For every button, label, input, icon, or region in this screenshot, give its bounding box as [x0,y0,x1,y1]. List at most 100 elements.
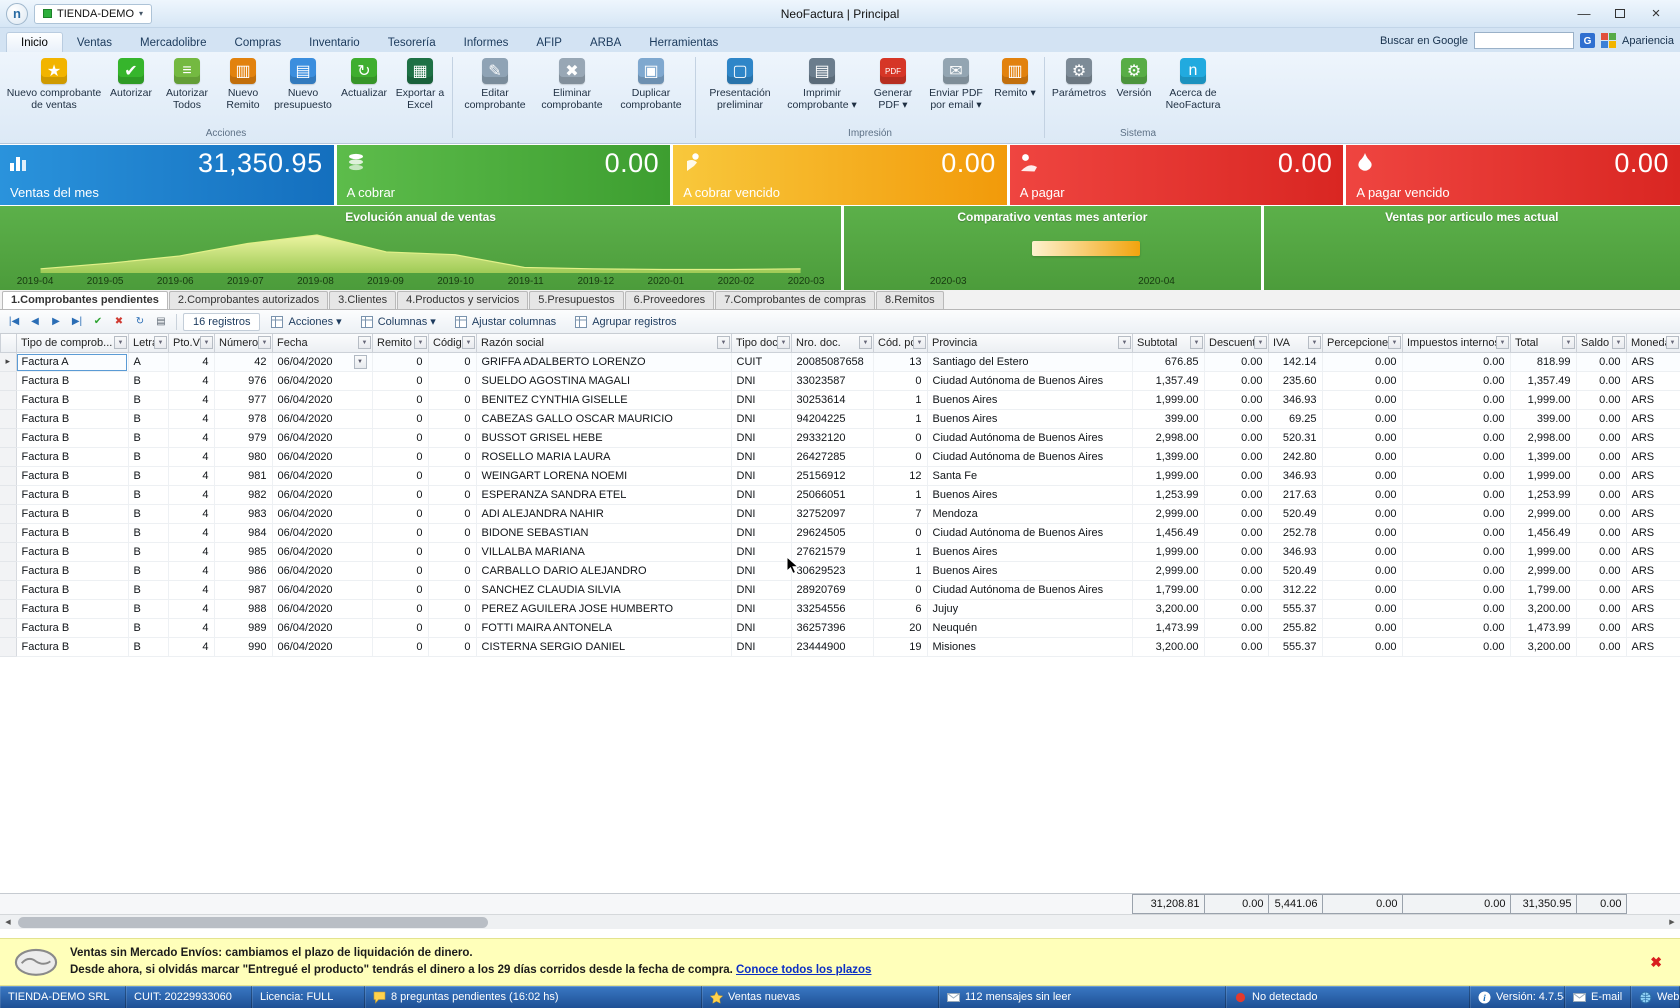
column-header-c-d-pcia[interactable]: Cód. pcia▼ [874,334,928,352]
table-row[interactable]: Factura BB498906/04/202000FOTTI MAIRA AN… [0,619,1680,638]
print-icon[interactable]: ▤ [152,316,170,327]
ribbon-button-duplicar-comprobante[interactable]: ▣Duplicar comprobante [611,54,691,113]
status-8-preguntas-pendientes-16-02-hs[interactable]: 8 preguntas pendientes (16:02 hs) [365,986,702,1008]
table-row[interactable]: Factura BB498006/04/202000ROSELLO MARIA … [0,448,1680,467]
column-header-percepciones[interactable]: Percepciones▼ [1323,334,1403,352]
banner-link[interactable]: Conoce todos los plazos [736,964,871,976]
filter-dropdown-icon[interactable]: ▼ [258,336,271,349]
column-header-provincia[interactable]: Provincia▼ [928,334,1133,352]
ribbon-button-nuevo-remito[interactable]: ▥Nuevo Remito [216,54,270,113]
scroll-left-icon[interactable]: ◀ [0,915,16,929]
refresh-icon[interactable]: ↻ [131,316,149,327]
filter-dropdown-icon[interactable]: ▼ [1666,336,1679,349]
view-tab-4-productos-y-servicios[interactable]: 4.Productos y servicios [397,291,528,309]
tab-compras[interactable]: Compras [221,33,296,52]
column-header-total[interactable]: Total▼ [1511,334,1577,352]
filter-dropdown-icon[interactable]: ▼ [1118,336,1131,349]
status-versi-n-4-7-54[interactable]: iVersión: 4.7.54 [1470,986,1565,1008]
view-tab-7-comprobantes-de-compras[interactable]: 7.Comprobantes de compras [715,291,875,309]
ribbon-button-exportar-a-excel[interactable]: ▦Exportar a Excel [392,54,448,113]
toolbar-button-acciones[interactable]: Acciones ▾ [263,313,349,330]
table-row[interactable]: Factura BB497606/04/202000SUELDO AGOSTIN… [0,372,1680,391]
filter-dropdown-icon[interactable]: ▼ [114,336,127,349]
status-tienda-demo-srl[interactable]: TIENDA-DEMO SRL [0,986,126,1008]
accept-icon[interactable]: ✔ [89,316,107,327]
tab-inicio[interactable]: Inicio [6,32,63,52]
filter-dropdown-icon[interactable]: ▼ [200,336,213,349]
filter-dropdown-icon[interactable]: ▼ [462,336,475,349]
table-row[interactable]: Factura BB498506/04/202000VILLALBA MARIA… [0,543,1680,562]
cancel-icon[interactable]: ✖ [110,316,128,327]
tab-mercadolibre[interactable]: Mercadolibre [126,33,220,52]
column-header-descuento[interactable]: Descuento▼ [1205,334,1269,352]
toolbar-button-agrupar-registros[interactable]: Agrupar registros [567,314,684,330]
table-row[interactable]: Factura BB498206/04/202000ESPERANZA SAND… [0,486,1680,505]
maximize-button[interactable] [1602,2,1638,26]
appearance-label[interactable]: Apariencia [1622,35,1674,47]
filter-dropdown-icon[interactable]: ▼ [777,336,790,349]
tab-ventas[interactable]: Ventas [63,33,126,52]
tab-afip[interactable]: AFIP [522,33,576,52]
status-e-mail[interactable]: E-mail [1565,986,1631,1008]
filter-dropdown-icon[interactable]: ▼ [717,336,730,349]
ribbon-button-editar-comprobante[interactable]: ✎Editar comprobante [457,54,533,113]
column-header-impuestos-internos[interactable]: Impuestos internos▼ [1403,334,1511,352]
column-header-tipo-de-comprob[interactable]: Tipo de comprob...▼ [17,334,129,352]
ribbon-button-remito[interactable]: ▥Remito ▾ [990,54,1040,113]
status-ventas-nuevas[interactable]: Ventas nuevas [702,986,939,1008]
column-header-subtotal[interactable]: Subtotal▼ [1133,334,1205,352]
table-row[interactable]: Factura BB498806/04/202000PEREZ AGUILERA… [0,600,1680,619]
view-tab-2-comprobantes-autorizados[interactable]: 2.Comprobantes autorizados [169,291,328,309]
table-row[interactable]: Factura BB498706/04/202000SANCHEZ CLAUDI… [0,581,1680,600]
tab-informes[interactable]: Informes [450,33,523,52]
view-tab-6-proveedores[interactable]: 6.Proveedores [625,291,715,309]
table-row[interactable]: Factura BB499006/04/202000CISTERNA SERGI… [0,638,1680,657]
ribbon-button-autorizar-todos[interactable]: ≡Autorizar Todos [158,54,216,113]
google-search-icon[interactable]: G [1580,33,1595,48]
status-no-detectado[interactable]: No detectado [1226,986,1470,1008]
column-header-saldo[interactable]: Saldo▼ [1577,334,1627,352]
ribbon-button-autorizar[interactable]: ✔Autorizar [104,54,158,113]
table-row[interactable]: Factura BB497906/04/202000BUSSOT GRISEL … [0,429,1680,448]
ribbon-button-nuevo-presupuesto[interactable]: ▤Nuevo presupuesto [270,54,336,113]
filter-dropdown-icon[interactable]: ▼ [1254,336,1267,349]
scrollbar-thumb[interactable] [18,917,488,928]
status-licencia-full[interactable]: Licencia: FULL [252,986,365,1008]
banner-close-icon[interactable]: ✖ [1646,954,1666,971]
google-search-input[interactable] [1474,32,1574,49]
ribbon-button-presentaci-n-preliminar[interactable]: ▢Presentación preliminar [700,54,780,113]
filter-dropdown-icon[interactable]: ▼ [1496,336,1509,349]
table-row[interactable]: Factura BB498606/04/202000CARBALLO DARIO… [0,562,1680,581]
column-header-tipo-doc[interactable]: Tipo doc.▼ [732,334,792,352]
status-cuit-20229933060[interactable]: CUIT: 20229933060 [126,986,252,1008]
filter-dropdown-icon[interactable]: ▼ [1388,336,1401,349]
scrollbar-track[interactable] [16,915,1664,930]
ribbon-button-acerca-de-neofactura[interactable]: nAcerca de NeoFactura [1159,54,1227,113]
tab-inventario[interactable]: Inventario [295,33,374,52]
status-web[interactable]: Web [1631,986,1680,1008]
company-selector[interactable]: TIENDA-DEMO ▾ [34,4,152,24]
filter-dropdown-icon[interactable]: ▼ [358,336,371,349]
column-header-fecha[interactable]: Fecha▼ [273,334,373,352]
table-row[interactable]: Factura BB498406/04/202000BIDONE SEBASTI… [0,524,1680,543]
tab-tesorer-a[interactable]: Tesorería [374,33,450,52]
ribbon-button-versi-n[interactable]: ⚙Versión [1109,54,1159,113]
filter-dropdown-icon[interactable]: ▼ [1190,336,1203,349]
status-112-mensajes-sin-leer[interactable]: 112 mensajes sin leer [939,986,1226,1008]
filter-dropdown-icon[interactable]: ▼ [414,336,427,349]
table-row[interactable]: Factura BB498306/04/202000ADI ALEJANDRA … [0,505,1680,524]
view-tab-3-clientes[interactable]: 3.Clientes [329,291,396,309]
table-row[interactable]: ▸Factura AA44206/04/2020▼00GRIFFA ADALBE… [0,353,1680,372]
table-row[interactable]: Factura BB497706/04/202000BENITEZ CYNTHI… [0,391,1680,410]
toolbar-button-ajustar-columnas[interactable]: Ajustar columnas [447,314,564,330]
ribbon-button-enviar-pdf-por-email[interactable]: ✉Enviar PDF por email ▾ [922,54,990,113]
filter-dropdown-icon[interactable]: ▼ [859,336,872,349]
table-row[interactable]: Factura BB498106/04/202000WEINGART LOREN… [0,467,1680,486]
ribbon-button-eliminar-comprobante[interactable]: ✖Eliminar comprobante [533,54,611,113]
date-dropdown-icon[interactable]: ▼ [354,355,367,369]
filter-dropdown-icon[interactable]: ▼ [1612,336,1625,349]
next-icon[interactable]: ▶ [47,316,65,327]
scroll-right-icon[interactable]: ▶ [1664,915,1680,929]
view-tab-8-remitos[interactable]: 8.Remitos [876,291,944,309]
column-header-moneda[interactable]: Moneda▼ [1627,334,1680,352]
